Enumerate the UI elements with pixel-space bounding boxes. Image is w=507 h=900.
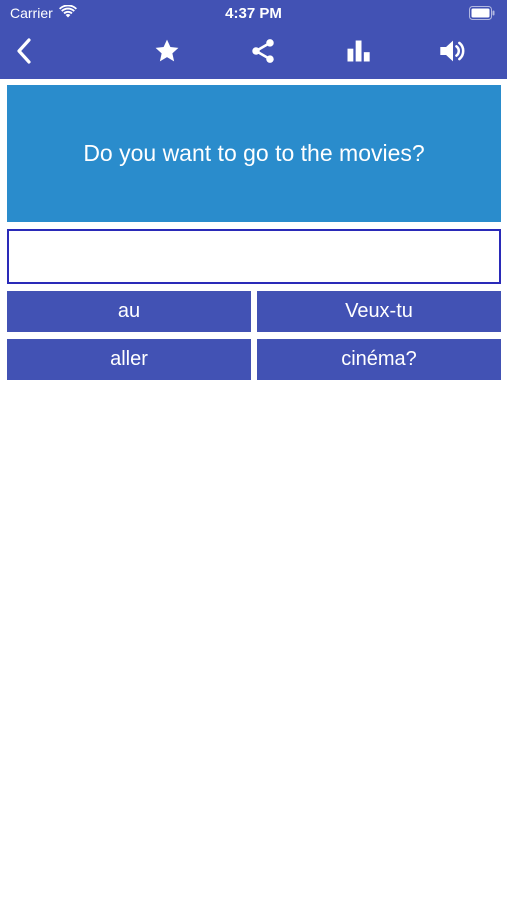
word-choice-button[interactable]: au <box>7 291 251 332</box>
speaker-icon <box>438 37 468 70</box>
bar-chart-icon <box>344 37 372 70</box>
word-choice-button[interactable]: Veux-tu <box>257 291 501 332</box>
word-choice-label: Veux-tu <box>345 300 413 322</box>
word-choice-button[interactable]: aller <box>7 339 251 380</box>
question-text: Do you want to go to the movies? <box>83 140 425 166</box>
app-header: Carrier 4:37 PM <box>0 0 507 79</box>
status-bar: Carrier 4:37 PM <box>0 0 507 28</box>
answer-field[interactable] <box>7 229 501 284</box>
back-button[interactable] <box>7 36 41 70</box>
back-icon <box>14 37 34 70</box>
share-icon <box>249 37 277 70</box>
stats-button[interactable] <box>341 36 375 70</box>
share-button[interactable] <box>246 36 280 70</box>
word-choice-label: aller <box>110 348 148 370</box>
word-choice-button[interactable]: cinéma? <box>257 339 501 380</box>
question-card: Do you want to go to the movies? <box>7 85 501 222</box>
toolbar <box>0 28 507 78</box>
word-choice-label: au <box>117 300 141 322</box>
audio-button[interactable] <box>436 36 470 70</box>
favorite-button[interactable] <box>150 36 184 70</box>
status-time: 4:37 PM <box>225 5 282 22</box>
word-choice-label: cinéma? <box>341 348 417 370</box>
star-icon <box>153 37 181 70</box>
battery-icon <box>469 6 495 20</box>
